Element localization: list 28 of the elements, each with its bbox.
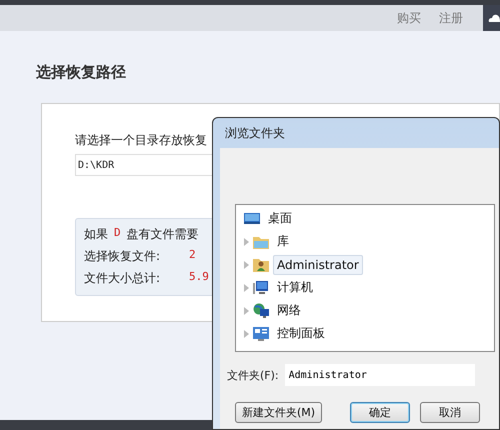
prompt-text: 请选择一个目录存放恢复 [75,132,207,149]
cloud-icon[interactable] [483,5,500,31]
dialog-button[interactable]: 确定 [350,402,410,423]
info-text: 如果 [84,226,108,243]
page-title: 选择恢复路径 [36,63,127,82]
globe-icon [253,302,269,318]
tree-item[interactable]: 桌面 [264,207,296,230]
expand-arrow-icon[interactable] [244,306,249,314]
dialog-title: 浏览文件夹 [225,124,285,142]
control-panel-icon [253,326,269,342]
info-value: 2 [189,248,196,263]
folder-label: 文件夹(F): [227,368,279,382]
tree-item[interactable]: 控制面板 [273,322,329,345]
folder-field[interactable]: Administrator [284,364,475,386]
computer-icon [253,280,269,296]
dialog-button[interactable]: 取消 [420,402,480,423]
tree-item[interactable]: 计算机 [273,276,317,299]
dialog-button[interactable]: 新建文件夹(M) [235,402,322,423]
info-text: 盘有文件需要 [126,226,199,243]
info-label: 文件大小总计: [84,270,162,287]
drive-letter: D [114,226,121,241]
tree-item[interactable]: 网络 [273,299,305,322]
info-value: 5.9 [189,270,209,285]
tree-item[interactable]: 库 [273,230,293,253]
desktop-icon [244,210,260,226]
tree-item[interactable]: Administrator [273,254,363,274]
user-folder-icon [253,256,269,272]
info-label: 选择恢复文件: [84,248,162,265]
